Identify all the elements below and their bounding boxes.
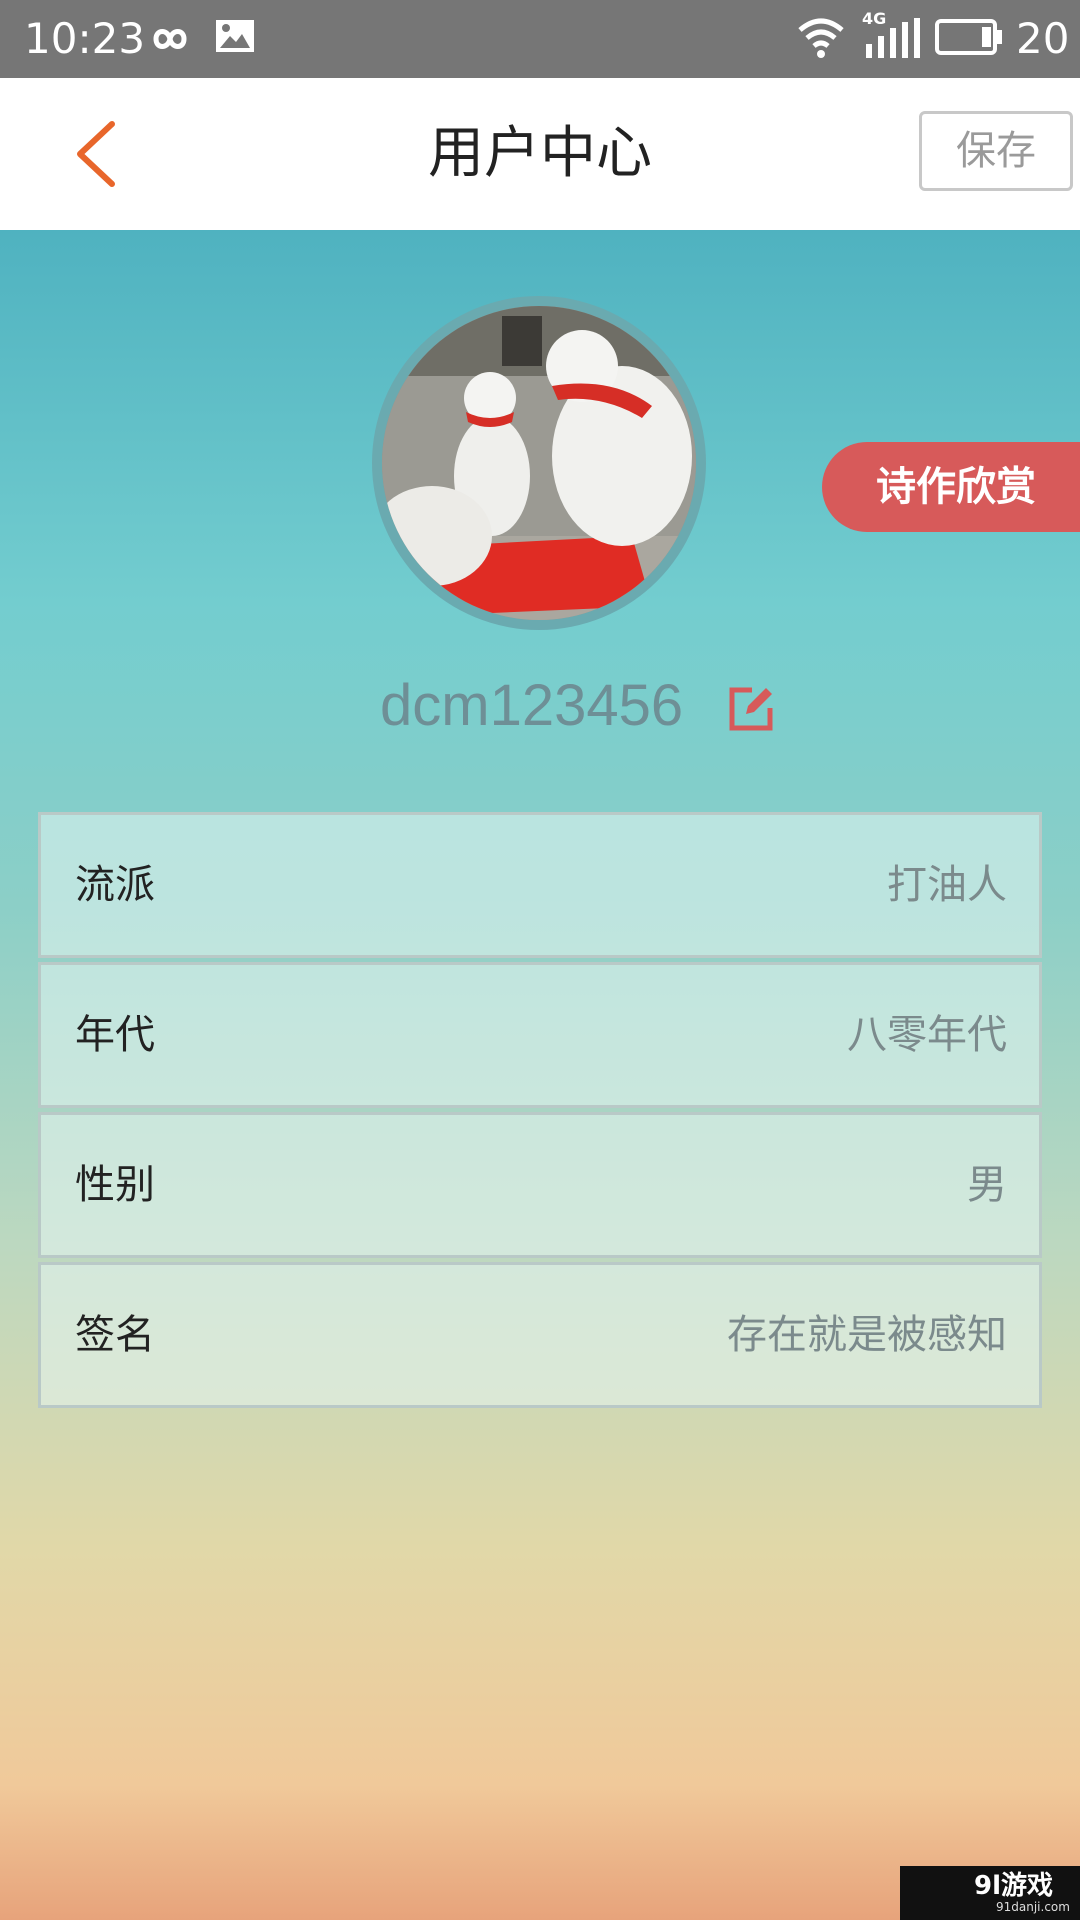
field-value: 八零年代 <box>847 1012 1007 1058</box>
field-row-genre[interactable]: 流派 打油人 <box>38 812 1042 958</box>
username: dcm123456 <box>380 673 684 738</box>
field-label: 性别 <box>75 1162 155 1208</box>
page-title: 用户中心 <box>428 121 652 186</box>
avatar[interactable] <box>372 296 706 630</box>
wifi-icon <box>798 18 844 58</box>
field-row-era[interactable]: 年代 八零年代 <box>38 962 1042 1108</box>
watermark-url: 91danji.com <box>996 1900 1070 1914</box>
field-row-signature[interactable]: 签名 存在就是被感知 <box>38 1262 1042 1408</box>
save-button[interactable]: 保存 <box>919 111 1073 191</box>
field-label: 签名 <box>75 1312 155 1358</box>
infinity-icon <box>153 29 187 49</box>
poetry-showcase-button[interactable]: 诗作欣赏 <box>822 442 1080 532</box>
status-bar: 10:23 4G 20 <box>0 0 1080 78</box>
avatar-image <box>382 306 696 620</box>
field-row-gender[interactable]: 性别 男 <box>38 1112 1042 1258</box>
field-value: 男 <box>967 1162 1007 1208</box>
field-label: 年代 <box>75 1012 155 1058</box>
profile-panel: 诗作欣赏 dcm123456 流派 打油人 年代 八零年代 性别 男 签名 存在… <box>0 230 1080 1920</box>
watermark: 9l游戏 91danji.com <box>900 1866 1080 1920</box>
watermark-logo: 9l游戏 <box>974 1871 1054 1901</box>
field-value: 打油人 <box>887 862 1007 908</box>
field-label: 流派 <box>75 862 155 908</box>
profile-fields-list: 流派 打油人 年代 八零年代 性别 男 签名 存在就是被感知 <box>38 812 1042 1412</box>
edit-icon[interactable] <box>728 686 774 732</box>
status-time: 10:23 <box>24 14 146 63</box>
image-icon <box>216 20 254 52</box>
back-button[interactable] <box>66 114 146 194</box>
app-header: 用户中心 保存 <box>0 78 1080 230</box>
battery-level: 20 <box>1016 14 1070 63</box>
battery-icon <box>935 19 1002 55</box>
signal-icon <box>866 18 920 58</box>
field-value: 存在就是被感知 <box>727 1312 1007 1358</box>
